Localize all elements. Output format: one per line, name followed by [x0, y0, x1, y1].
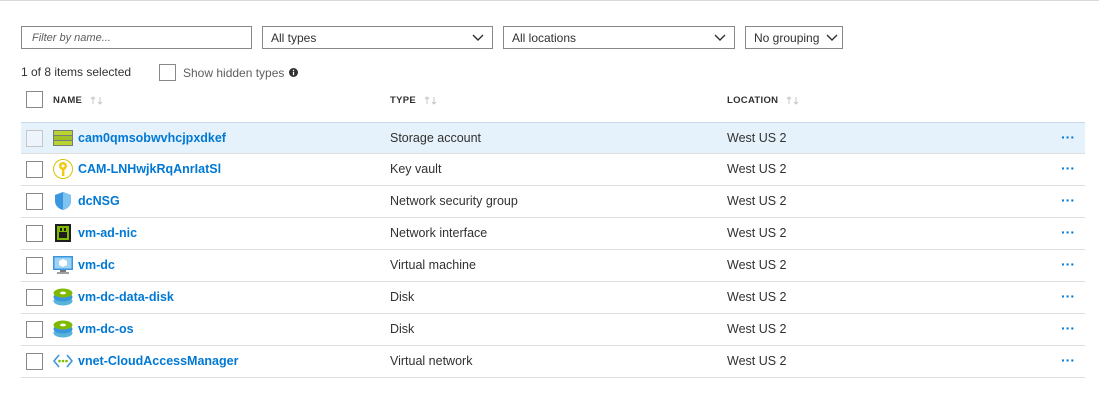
row-checkbox[interactable]: [26, 321, 43, 338]
more-options-button[interactable]: ···: [1061, 353, 1075, 367]
resource-type: Disk: [390, 290, 415, 304]
table-row[interactable]: CAM-LNHwjkRqAnrIatSl Key vault West US 2…: [21, 154, 1085, 186]
chevron-down-icon: [714, 34, 726, 41]
column-header-type-label: TYPE: [390, 95, 417, 106]
resource-location: West US 2: [727, 322, 787, 336]
virtual-machine-icon: [53, 256, 73, 274]
resource-type: Storage account: [390, 131, 482, 145]
chevron-down-icon: [826, 34, 838, 41]
more-options-button[interactable]: ···: [1061, 193, 1075, 207]
disk-icon: [53, 320, 73, 338]
network-interface-icon: [55, 224, 71, 242]
resource-name-link[interactable]: vm-dc: [78, 258, 115, 272]
more-options-button[interactable]: ···: [1061, 321, 1075, 335]
types-dropdown-value: All types: [271, 30, 317, 45]
row-checkbox[interactable]: [26, 130, 43, 147]
table-row[interactable]: cam0qmsobwvhcjpxdkef Storage account Wes…: [21, 122, 1085, 154]
resource-name-link[interactable]: dcNSG: [78, 194, 120, 208]
table-row[interactable]: vm-dc Virtual machine West US 2 ···: [21, 250, 1085, 282]
filter-by-name-input[interactable]: [21, 26, 252, 49]
column-header-name[interactable]: NAME: [53, 95, 104, 106]
selection-summary: 1 of 8 items selected: [21, 65, 132, 79]
top-divider: [0, 0, 1099, 1]
show-hidden-types-checkbox[interactable]: [159, 64, 176, 81]
resource-location: West US 2: [727, 290, 787, 304]
resource-location: West US 2: [727, 354, 787, 368]
resource-location: West US 2: [727, 131, 787, 145]
more-options-button[interactable]: ···: [1061, 257, 1075, 271]
row-checkbox[interactable]: [26, 257, 43, 274]
resource-name-link[interactable]: vm-ad-nic: [78, 226, 137, 240]
resource-location: West US 2: [727, 194, 787, 208]
row-checkbox[interactable]: [26, 353, 43, 370]
show-hidden-types-toggle[interactable]: Show hidden types: [159, 64, 299, 81]
types-dropdown[interactable]: All types: [262, 26, 493, 49]
table-row[interactable]: vm-ad-nic Network interface West US 2 ··…: [21, 218, 1085, 250]
resource-name-link[interactable]: CAM-LNHwjkRqAnrIatSl: [78, 162, 221, 176]
locations-dropdown-value: All locations: [512, 30, 577, 45]
disk-icon: [53, 288, 73, 306]
storage-account-icon: [53, 130, 73, 146]
table-row[interactable]: vnet-CloudAccessManager Virtual network …: [21, 346, 1085, 378]
resource-type: Virtual network: [390, 354, 473, 368]
sort-icon: [424, 96, 437, 105]
more-options-button[interactable]: ···: [1061, 225, 1075, 239]
row-checkbox[interactable]: [26, 161, 43, 178]
row-checkbox[interactable]: [26, 289, 43, 306]
sort-icon: [786, 96, 799, 105]
grouping-dropdown-value: No grouping: [754, 30, 820, 45]
more-options-button[interactable]: ···: [1061, 289, 1075, 303]
table-header: NAME TYPE LOCATION: [21, 90, 1085, 112]
more-options-button[interactable]: ···: [1061, 161, 1075, 175]
resource-location: West US 2: [727, 226, 787, 240]
table-row[interactable]: dcNSG Network security group West US 2 ·…: [21, 186, 1085, 218]
column-header-type[interactable]: TYPE: [390, 95, 438, 106]
resource-name-link[interactable]: vm-dc-os: [78, 322, 134, 336]
resource-type: Key vault: [390, 162, 442, 176]
table-row[interactable]: vm-dc-os Disk West US 2 ···: [21, 314, 1085, 346]
more-options-button[interactable]: ···: [1061, 130, 1075, 144]
resource-name-link[interactable]: cam0qmsobwvhcjpxdkef: [78, 131, 226, 145]
column-header-location-label: LOCATION: [727, 95, 779, 106]
info-icon[interactable]: [289, 68, 299, 77]
column-header-location[interactable]: LOCATION: [727, 95, 800, 106]
row-checkbox[interactable]: [26, 193, 43, 210]
key-vault-icon: [53, 159, 73, 179]
row-checkbox[interactable]: [26, 225, 43, 242]
show-hidden-types-label: Show hidden types: [183, 65, 285, 80]
resource-type: Network security group: [390, 194, 518, 208]
locations-dropdown[interactable]: All locations: [503, 26, 735, 49]
table-row[interactable]: vm-dc-data-disk Disk West US 2 ···: [21, 282, 1085, 314]
select-all-checkbox[interactable]: [26, 91, 43, 108]
resource-location: West US 2: [727, 162, 787, 176]
resource-table: cam0qmsobwvhcjpxdkef Storage account Wes…: [21, 122, 1085, 378]
resource-type: Virtual machine: [390, 258, 476, 272]
chevron-down-icon: [472, 34, 484, 41]
resource-name-link[interactable]: vm-dc-data-disk: [78, 290, 174, 304]
resource-name-link[interactable]: vnet-CloudAccessManager: [78, 354, 238, 368]
virtual-network-icon: [53, 354, 73, 368]
resource-location: West US 2: [727, 258, 787, 272]
resource-type: Disk: [390, 322, 415, 336]
resource-type: Network interface: [390, 226, 488, 240]
column-header-name-label: NAME: [53, 95, 83, 106]
network-security-group-icon: [55, 192, 71, 210]
grouping-dropdown[interactable]: No grouping: [745, 26, 843, 49]
sort-icon: [90, 96, 103, 105]
